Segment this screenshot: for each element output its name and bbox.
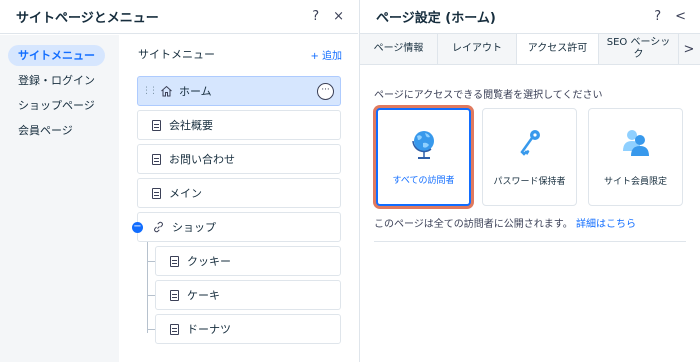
nav-item-site-menu[interactable]: サイトメニュー — [8, 45, 105, 66]
menu-item-label: ショップ — [172, 221, 216, 234]
menu-item-label: ケーキ — [187, 289, 220, 302]
tabs-next-button[interactable]: > — [679, 34, 699, 64]
add-page-button[interactable]: + 追加 — [310, 47, 342, 62]
tab-page-info[interactable]: ページ情報 — [360, 34, 438, 64]
menu-item-main[interactable]: メイン — [137, 178, 341, 208]
permissions-section-label: ページにアクセスできる閲覧者を選択してください — [374, 90, 603, 101]
menu-item-label: お問い合わせ — [169, 153, 235, 166]
help-button[interactable]: ? — [312, 9, 319, 24]
right-panel-title: ページ設定 (ホーム) — [376, 11, 496, 26]
tree-line — [147, 295, 155, 296]
left-panel-title: サイトページとメニュー — [16, 11, 159, 26]
card-members-only[interactable]: サイト会員限定 — [588, 108, 683, 206]
tab-permissions[interactable]: アクセス許可 — [517, 34, 599, 64]
nav-item-member-pages[interactable]: 会員ページ — [8, 120, 113, 141]
site-menu-column: サイトメニュー + 追加 ⋮⋮ ホーム ··· 会社概要 お問い合わせ メイン — [120, 35, 358, 362]
description-text: このページは全ての訪問者に公開されます。 — [374, 219, 573, 230]
left-nav: サイトメニュー 登録・ログイン ショップページ 会員ページ — [0, 35, 119, 362]
drag-handle-icon[interactable]: ⋮⋮ — [142, 86, 158, 96]
divider — [374, 241, 686, 242]
learn-more-link[interactable]: 詳細はこちら — [576, 219, 636, 230]
nav-item-signup-login[interactable]: 登録・ログイン — [8, 70, 113, 91]
menu-item-cookies[interactable]: クッキー — [155, 246, 341, 276]
card-label: すべての訪問者 — [392, 176, 455, 186]
more-actions-button[interactable]: ··· — [317, 83, 334, 100]
page-icon — [152, 119, 161, 131]
page-icon — [170, 323, 179, 335]
page-icon — [152, 153, 161, 165]
settings-tabs: ページ情報 レイアウト アクセス許可 SEO ベーシック > — [360, 34, 700, 65]
menu-header: サイトメニュー + 追加 — [120, 35, 358, 73]
key-icon — [519, 130, 540, 156]
menu-item-label: メイン — [169, 187, 202, 200]
page-icon — [152, 187, 161, 199]
help-button[interactable]: ? — [654, 9, 661, 24]
tree-line — [147, 261, 155, 262]
tree-line — [147, 242, 148, 333]
tree-line — [147, 329, 155, 330]
page-icon — [170, 289, 179, 301]
close-button[interactable]: × — [333, 9, 344, 24]
menu-item-about[interactable]: 会社概要 — [137, 110, 341, 140]
menu-item-label: クッキー — [187, 255, 231, 268]
globe-icon — [411, 131, 434, 159]
permission-description: このページは全ての訪問者に公開されます。 詳細はこちら — [374, 215, 636, 230]
menu-item-donuts[interactable]: ドーナツ — [155, 314, 341, 344]
collapse-toggle-button[interactable]: − — [132, 222, 143, 233]
card-label: サイト会員限定 — [603, 177, 667, 187]
tab-seo-basics[interactable]: SEO ベーシック — [599, 34, 679, 64]
page-settings-panel: ページ設定 (ホーム) ? < ページ情報 レイアウト アクセス許可 SEO ベ… — [359, 0, 700, 362]
card-everyone[interactable]: すべての訪問者 — [376, 108, 471, 206]
right-panel-header: ページ設定 (ホーム) ? < — [360, 0, 700, 34]
members-icon — [622, 130, 649, 156]
card-label: パスワード保持者 — [493, 177, 566, 187]
menu-item-label: 会社概要 — [169, 119, 213, 132]
menu-title: サイトメニュー — [138, 48, 215, 61]
menu-item-label: ドーナツ — [187, 323, 231, 336]
menu-item-label: ホーム — [179, 85, 212, 98]
menu-item-shop[interactable]: ショップ — [137, 212, 341, 242]
menu-item-contact[interactable]: お問い合わせ — [137, 144, 341, 174]
menu-item-home[interactable]: ⋮⋮ ホーム ··· — [137, 76, 341, 106]
card-password-holders[interactable]: パスワード保持者 — [482, 108, 577, 206]
menu-item-cake[interactable]: ケーキ — [155, 280, 341, 310]
tab-layout[interactable]: レイアウト — [438, 34, 517, 64]
back-button[interactable]: < — [675, 9, 686, 24]
site-pages-panel: サイトページとメニュー ? × サイトメニュー 登録・ログイン ショップページ … — [0, 0, 358, 362]
page-icon — [170, 255, 179, 267]
link-icon — [154, 221, 163, 233]
home-icon — [161, 85, 172, 97]
nav-item-shop-pages[interactable]: ショップページ — [8, 95, 113, 116]
left-panel-header: サイトページとメニュー ? × — [0, 0, 358, 34]
